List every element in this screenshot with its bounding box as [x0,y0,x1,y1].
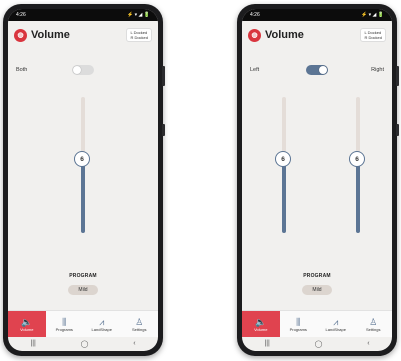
slider-track-fill [356,159,360,233]
program-chip[interactable]: Mild [302,285,332,295]
slider-track-fill [81,159,85,233]
toggle-knob [319,66,327,74]
back-icon[interactable]: ‹ [367,340,369,347]
person-icon: ♙ [369,316,378,327]
status-bar: 4:26 ⚡ ▾ ◢ 🔋 [242,9,392,21]
recents-icon[interactable]: ||| [264,340,269,347]
sync-control: Left Right [242,65,392,77]
volume-slider-right[interactable]: 6 [349,97,365,233]
chart-line-icon: ⩘ [99,316,105,327]
status-icons: ⚡ ▾ ◢ 🔋 [361,12,384,18]
slider-thumb[interactable]: 6 [74,151,90,167]
tab-volume[interactable]: 🔈 Volume [242,311,280,337]
page-title: Volume [265,29,304,41]
phone-left: 4:26 ⚡ ▾ ◢ 🔋 ◍ Volume L Docked R Docked … [3,4,165,356]
system-nav-bar: ||| ◯ ‹ [8,336,158,351]
slider-track-empty [356,97,360,159]
speaker-icon: 🔈 [21,316,33,327]
tab-programs[interactable]: ⫼ Programs [46,311,84,337]
waveform-icon: ⫼ [296,316,301,327]
tab-label: Programs [289,326,307,332]
recents-icon[interactable]: ||| [30,340,35,347]
toggle-label-left: Both [16,67,28,73]
app-bar: ◍ Volume L Docked R Docked [242,21,392,49]
slider-track-fill [282,159,286,233]
tab-settings[interactable]: ♙ Settings [355,311,393,337]
docked-status: L Docked R Docked [360,28,386,42]
power-button [162,124,165,136]
app-bar: ◍ Volume L Docked R Docked [8,21,158,49]
slider-track-empty [282,97,286,159]
status-time: 4:26 [16,12,26,18]
volume-slider-left[interactable]: 6 [275,97,291,233]
tab-bar: 🔈 Volume ⫼ Programs ⩘ LandShape ♙ Settin… [242,310,392,337]
screen: 4:26 ⚡ ▾ ◢ 🔋 ◍ Volume L Docked R Docked … [242,9,392,351]
program-label: PROGRAM [303,273,331,279]
tab-settings[interactable]: ♙ Settings [121,311,159,337]
tab-label: LandShape [325,326,346,332]
sync-toggle[interactable] [306,65,328,75]
waveform-icon: ⫼ [62,316,67,327]
volume-button [396,66,399,86]
page-title: Volume [31,29,70,41]
slider-thumb[interactable]: 6 [349,151,365,167]
tab-label: Programs [55,326,73,332]
volume-button [162,66,165,86]
volume-slider[interactable]: 6 [74,97,90,233]
phone-right: 4:26 ⚡ ▾ ◢ 🔋 ◍ Volume L Docked R Docked … [237,4,399,356]
person-icon: ♙ [135,316,144,327]
sync-control: Both [8,65,158,77]
home-icon[interactable]: ◯ [315,340,323,348]
app-logo-icon: ◍ [248,28,261,42]
tab-label: LandShape [91,326,112,332]
toggle-label-right: Right [371,67,384,73]
tab-label: Volume [20,326,34,332]
tab-landshape[interactable]: ⩘ LandShape [317,311,355,337]
tab-volume[interactable]: 🔈 Volume [8,311,46,337]
system-nav-bar: ||| ◯ ‹ [242,336,392,351]
status-time: 4:26 [250,12,260,18]
tab-landshape[interactable]: ⩘ LandShape [83,311,121,337]
sync-toggle[interactable] [72,65,94,75]
back-icon[interactable]: ‹ [133,340,135,347]
tab-bar: 🔈 Volume ⫼ Programs ⩘ LandShape ♙ Settin… [8,310,158,337]
home-icon[interactable]: ◯ [81,340,89,348]
tab-label: Volume [254,326,268,332]
chart-line-icon: ⩘ [333,316,339,327]
toggle-label-left: Left [250,67,260,73]
speaker-icon: 🔈 [255,316,267,327]
slider-track-empty [81,97,85,159]
app-logo-icon: ◍ [14,28,27,42]
screen: 4:26 ⚡ ▾ ◢ 🔋 ◍ Volume L Docked R Docked … [8,9,158,351]
tab-label: Settings [132,326,147,332]
toggle-knob [73,66,81,74]
status-icons: ⚡ ▾ ◢ 🔋 [127,12,150,18]
docked-right: R Docked [364,35,382,40]
program-chip[interactable]: Mild [68,285,98,295]
docked-status: L Docked R Docked [126,28,152,42]
slider-thumb[interactable]: 6 [275,151,291,167]
status-bar: 4:26 ⚡ ▾ ◢ 🔋 [8,9,158,21]
tab-label: Settings [366,326,381,332]
program-label: PROGRAM [69,273,97,279]
docked-right: R Docked [130,35,148,40]
power-button [396,124,399,136]
tab-programs[interactable]: ⫼ Programs [280,311,318,337]
